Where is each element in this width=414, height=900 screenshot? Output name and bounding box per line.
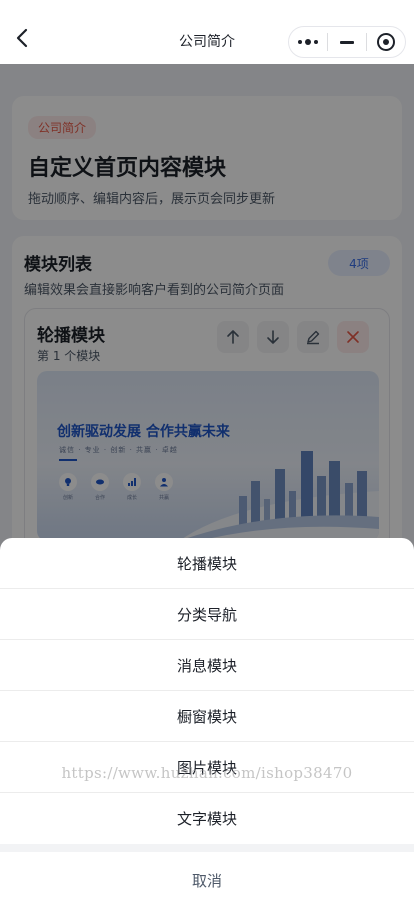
sheet-option-carousel[interactable]: 轮播模块 xyxy=(0,538,414,589)
add-module-action-sheet: 轮播模块 分类导航 消息模块 橱窗模块 图片模块 文字模块 取消 xyxy=(0,538,414,900)
nav-bar: 公司简介 xyxy=(0,0,414,64)
sheet-option-showcase[interactable]: 橱窗模块 xyxy=(0,691,414,742)
target-icon xyxy=(377,33,395,51)
more-dots-icon xyxy=(298,39,318,45)
sheet-option-text[interactable]: 文字模块 xyxy=(0,793,414,844)
mini-program-capsule xyxy=(288,26,406,58)
more-button[interactable] xyxy=(289,27,327,57)
sheet-option-image[interactable]: 图片模块 xyxy=(0,742,414,793)
close-miniprogram-button[interactable] xyxy=(367,27,405,57)
minus-icon xyxy=(340,40,354,44)
sheet-option-message[interactable]: 消息模块 xyxy=(0,640,414,691)
minimize-button[interactable] xyxy=(328,27,366,57)
sheet-divider xyxy=(0,844,414,852)
cancel-button[interactable]: 取消 xyxy=(0,852,414,900)
sheet-option-category-nav[interactable]: 分类导航 xyxy=(0,589,414,640)
